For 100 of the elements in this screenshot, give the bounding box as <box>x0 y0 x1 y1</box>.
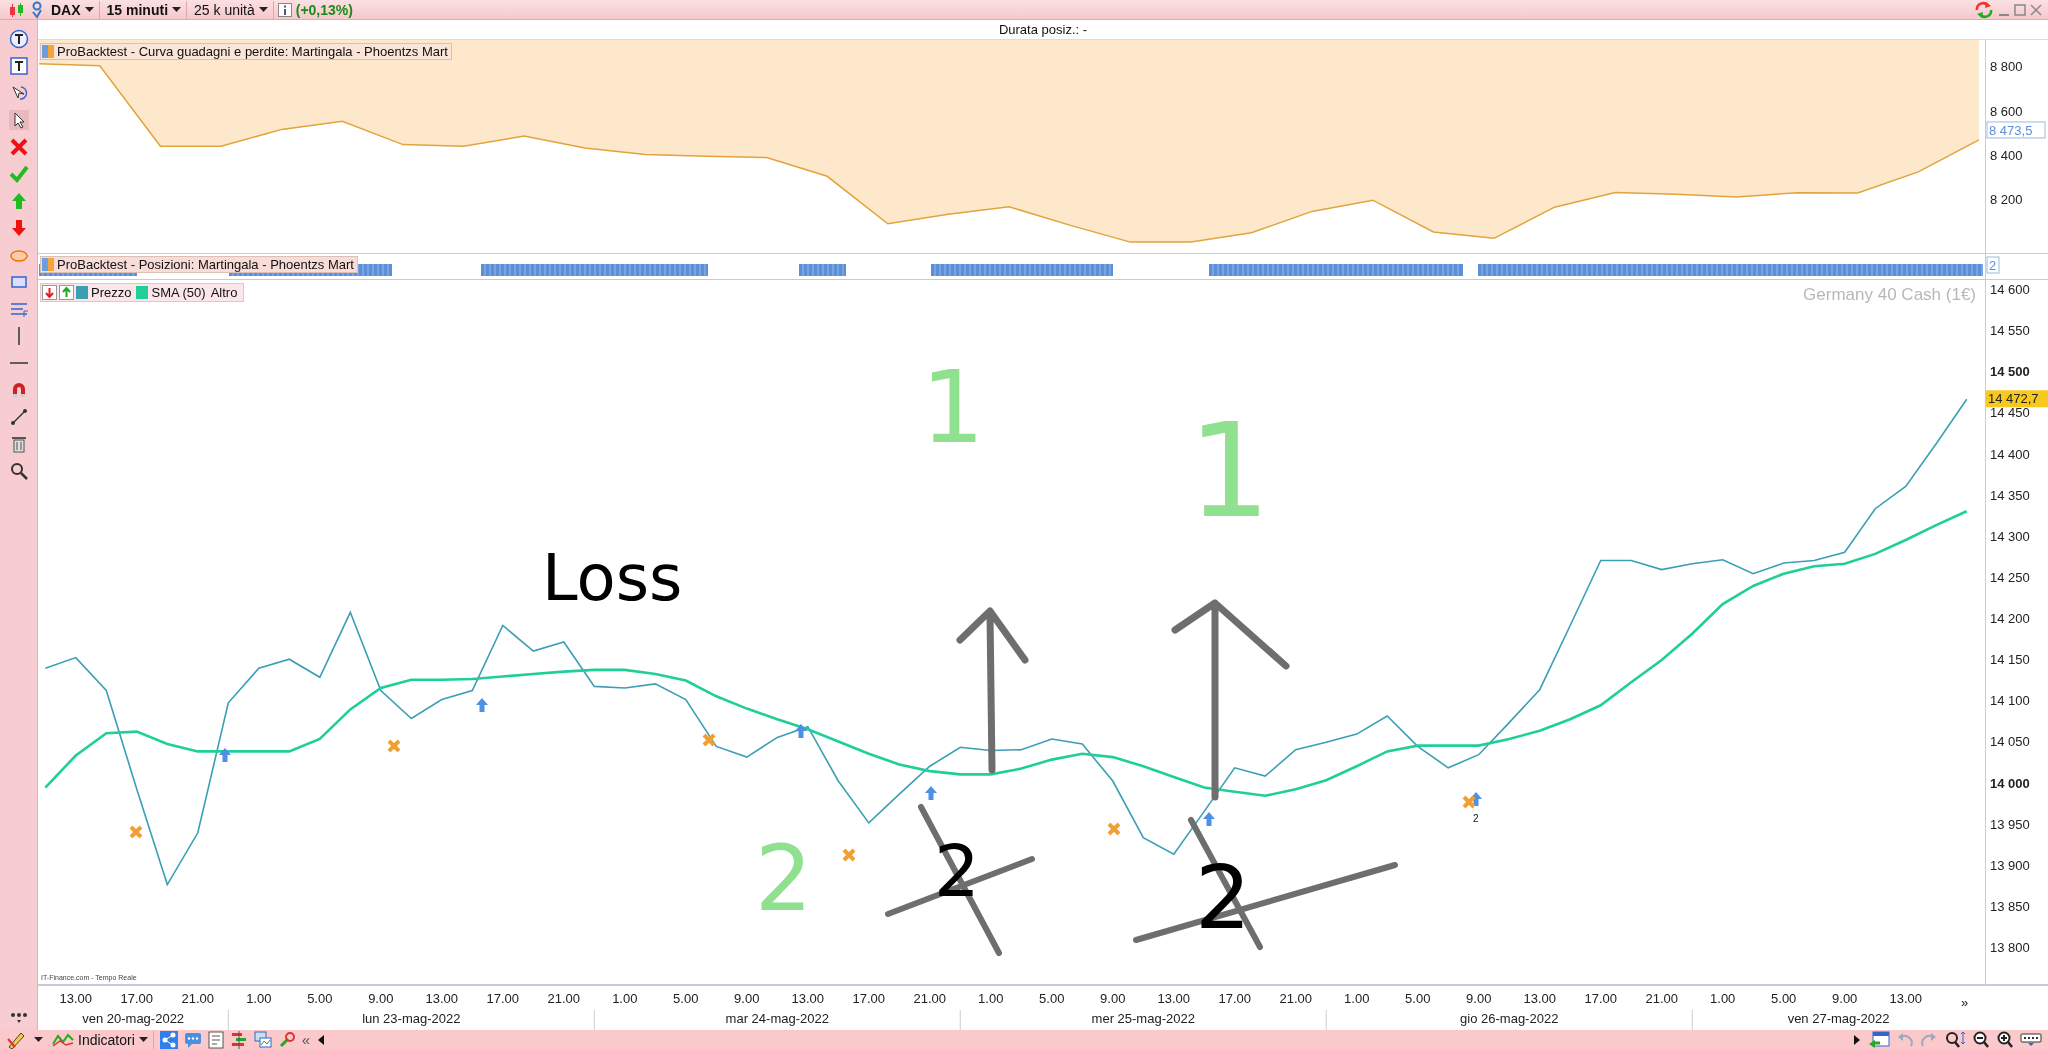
time-label: 17.00 <box>486 991 520 1006</box>
remove-panel-icon[interactable] <box>42 285 57 300</box>
panel-title: ProBacktest - Curva guadagni e perdite: Martingala - Phoentzs Mart <box>40 43 452 60</box>
time-label: 9.00 <box>1832 991 1858 1006</box>
close-icon[interactable] <box>2030 2 2042 17</box>
time-label: 13.00 <box>1523 991 1556 1006</box>
current-price-label: 14 472,7 <box>1986 390 2048 408</box>
date-label: gio 26-mag-2022 <box>1460 1011 1559 1026</box>
zoom-in-icon[interactable] <box>1996 1030 2014 1049</box>
time-label: 17.00 <box>120 991 154 1006</box>
axis-label: 8 800 <box>1990 59 2023 75</box>
add-panel-icon[interactable] <box>59 285 74 300</box>
legend-item[interactable]: SMA (50) <box>136 285 209 300</box>
time-label: 9.00 <box>1466 991 1492 1006</box>
instrument-dropdown[interactable]: DAX <box>48 0 100 19</box>
time-label: 17.00 <box>1218 991 1251 1006</box>
legend-item[interactable]: Prezzo <box>76 285 135 300</box>
handwritten-note: Loss <box>542 541 683 615</box>
axis-label: 14 550 <box>1990 323 2030 339</box>
pointer-icon[interactable] <box>8 110 29 130</box>
time-label: 5.00 <box>1039 991 1065 1006</box>
axis-label: 8 400 <box>1990 147 2023 163</box>
backtest-icon <box>42 45 54 58</box>
up-arrow-icon <box>795 724 807 738</box>
timeframe-dropdown[interactable]: 15 minuti <box>103 0 188 19</box>
time-label: 5.00 <box>307 991 333 1006</box>
up-arrow-icon <box>219 748 231 762</box>
text-icon[interactable] <box>8 29 29 49</box>
search-icon[interactable] <box>8 461 29 481</box>
cross-icon <box>702 733 716 747</box>
check-icon[interactable] <box>8 164 29 184</box>
units-dropdown[interactable]: 25 k unità <box>191 0 274 19</box>
axis-label: 13 950 <box>1990 816 2030 832</box>
caret-icon <box>172 6 182 13</box>
axis-label: 14 350 <box>1990 487 2030 503</box>
time-label: 13.00 <box>425 991 459 1006</box>
time-label: 1.00 <box>612 991 638 1006</box>
axis-label: 2 <box>1986 256 2000 274</box>
zoom-out-icon[interactable] <box>1972 1030 1990 1049</box>
cross-icon <box>387 739 401 753</box>
scroll-left-icon[interactable] <box>316 1033 327 1046</box>
axis-label: 13 900 <box>1990 857 2030 873</box>
time-label: 1.00 <box>1344 991 1370 1006</box>
axis-label: 14 450 <box>1990 405 2030 421</box>
axis-label: 14 050 <box>1990 734 2030 750</box>
axis-label: 14 300 <box>1990 528 2030 544</box>
date-label: ven 27-mag-2022 <box>1787 1011 1890 1026</box>
current-value-label: 8 473,5 <box>1986 121 2046 139</box>
time-label: 1.00 <box>978 991 1004 1006</box>
up-arrow-icon <box>925 786 937 800</box>
backtest-icon <box>42 258 54 271</box>
indicator-icon <box>52 1031 74 1048</box>
bars-icon[interactable] <box>229 1030 248 1049</box>
handwritten-note: 2 <box>755 826 813 931</box>
time-label: 13.00 <box>59 991 93 1006</box>
legend-item[interactable]: Altro <box>210 285 241 300</box>
time-label: 1.00 <box>1710 991 1736 1006</box>
position-duration: Durata posiz.: - <box>998 22 1088 37</box>
calendar-icon[interactable] <box>1868 1030 1890 1049</box>
axis-label: 14 100 <box>1990 693 2030 709</box>
time-label: 21.00 <box>913 991 947 1006</box>
windows-icon[interactable] <box>253 1030 272 1049</box>
share-icon[interactable] <box>159 1030 178 1049</box>
text-icon[interactable] <box>8 56 29 76</box>
up-arrow-icon <box>476 698 488 712</box>
time-label: 5.00 <box>1405 991 1431 1006</box>
axis-label: 14 600 <box>1990 282 2030 298</box>
scroll-right-button[interactable]: » <box>1961 995 1969 1010</box>
zoom-fit-icon[interactable] <box>1944 1030 1966 1049</box>
time-label: 13.00 <box>1889 991 1922 1006</box>
candlestick-icon[interactable] <box>8 1 26 18</box>
axis-label: 8 200 <box>1990 191 2023 207</box>
handwritten-note: 1 <box>921 349 985 466</box>
time-label: 17.00 <box>852 991 886 1006</box>
axis-label: 14 500 <box>1990 364 2030 380</box>
panel-title: ProBacktest - Posizioni: Martingala - Phoentzs Mart <box>40 256 358 273</box>
delete-icon[interactable] <box>8 137 29 157</box>
caret-icon[interactable] <box>34 1036 43 1043</box>
info-icon[interactable] <box>277 2 292 17</box>
date-label: mer 25-mag-2022 <box>1091 1011 1195 1026</box>
axis-label: 14 000 <box>1990 775 2030 791</box>
time-label: 5.00 <box>673 991 699 1006</box>
document-icon[interactable] <box>207 1030 224 1049</box>
axis-label: 8 600 <box>1990 103 2023 119</box>
date-label: mar 24-mag-2022 <box>725 1011 829 1026</box>
instrument-name: Germany 40 Cash (1€) <box>1803 285 1976 304</box>
cross-icon <box>1462 795 1476 809</box>
cross-icon <box>129 825 143 839</box>
collapse-button[interactable]: « <box>301 1031 311 1048</box>
indicators-dropdown[interactable]: Indicatori <box>49 1030 154 1049</box>
time-label: 1.00 <box>246 991 272 1006</box>
marker-label: 2 <box>1473 813 1479 824</box>
more-icon[interactable] <box>8 1010 29 1024</box>
chat-icon[interactable] <box>183 1030 202 1049</box>
refresh-icon[interactable] <box>1974 0 1994 19</box>
line-segment-icon[interactable] <box>8 407 29 427</box>
maximize-icon[interactable] <box>2014 2 2026 17</box>
keyboard-icon[interactable] <box>2020 1032 2042 1047</box>
scroll-right-icon[interactable] <box>1852 1033 1862 1046</box>
axis-label: 14 400 <box>1990 446 2030 462</box>
